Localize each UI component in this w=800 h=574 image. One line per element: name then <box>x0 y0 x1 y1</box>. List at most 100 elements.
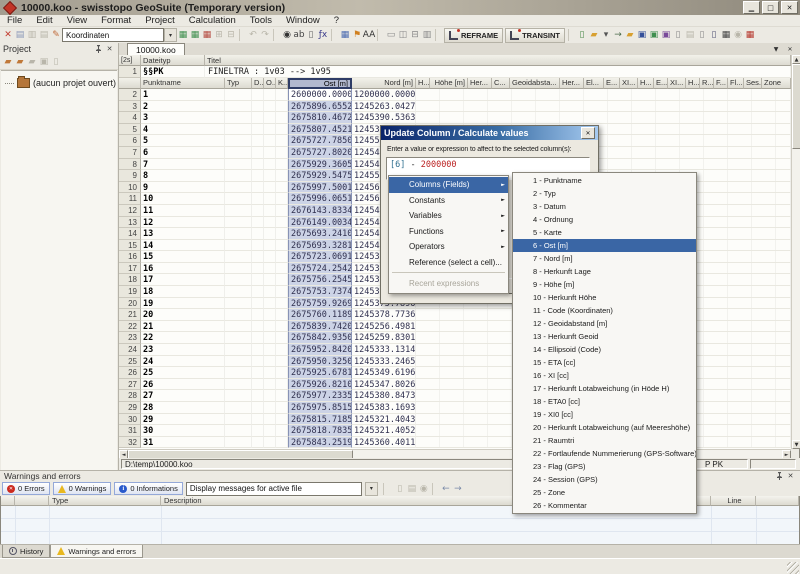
cell-ordnung[interactable] <box>264 112 276 124</box>
scroll-down-icon[interactable]: ▼ <box>792 440 800 449</box>
bottom-tab-history[interactable]: History <box>2 545 51 558</box>
cell-karte[interactable] <box>276 170 288 182</box>
insert-row-icon[interactable]: ▦ <box>177 29 189 42</box>
pen-icon[interactable]: ✎ <box>50 29 62 42</box>
col-header-ses[interactable]: Ses... <box>744 77 762 89</box>
cell-datum[interactable] <box>252 402 264 414</box>
cell-rest[interactable] <box>416 88 791 101</box>
print-icon[interactable]: ▤ <box>38 29 50 42</box>
cell-ordnung[interactable] <box>264 344 276 356</box>
cell-typ[interactable] <box>225 170 252 182</box>
cell-ost[interactable]: 2675925.6781 <box>288 367 352 379</box>
corner-cell[interactable]: [2s] <box>119 55 141 66</box>
grid-col-blank5[interactable] <box>756 496 799 506</box>
cell-ost[interactable]: 2675996.0651 <box>288 193 352 205</box>
col-header-typ[interactable]: Typ <box>225 77 252 89</box>
frame-single-icon[interactable]: ▭ <box>385 29 397 42</box>
cell-typ[interactable] <box>225 193 252 205</box>
cell-ost[interactable]: 2675839.7420 <box>288 320 352 333</box>
submenu-item-10[interactable]: 10 - Herkunft Höhe <box>513 291 696 304</box>
cell-datum[interactable] <box>252 100 264 113</box>
pin-icon[interactable] <box>93 44 104 54</box>
cell-ordnung[interactable] <box>264 239 276 252</box>
cell-typ[interactable] <box>225 378 252 391</box>
cell-typ[interactable] <box>225 239 252 252</box>
cell-nord[interactable]: 1245333.1314 <box>352 344 416 356</box>
row-number[interactable]: 26 <box>119 367 141 379</box>
cell-ordnung[interactable] <box>264 436 276 449</box>
expand-icon[interactable]: ⊞ <box>213 29 225 42</box>
cell-punktname[interactable]: 19 <box>141 297 225 310</box>
row-number[interactable]: 28 <box>119 390 141 403</box>
cell-punktname[interactable]: 30 <box>141 425 225 437</box>
cell-karte[interactable] <box>276 378 288 391</box>
project-close-icon[interactable]: ▯ <box>50 56 62 69</box>
row-number[interactable]: 16 <box>119 251 141 263</box>
cell-datum[interactable] <box>252 344 264 356</box>
cell-karte[interactable] <box>276 193 288 205</box>
cell-ordnung[interactable] <box>264 158 276 171</box>
cell-datum[interactable] <box>252 146 264 159</box>
row-number[interactable]: 14 <box>119 228 141 240</box>
cell-typ[interactable] <box>225 436 252 449</box>
col-header-k[interactable]: K... <box>276 77 288 89</box>
menu-item-columnsfields[interactable]: Columns (Fields) ► <box>389 177 508 193</box>
submenu-item-20[interactable]: 20 - Herkunft Lotabweichung (auf Meeresh… <box>513 421 696 434</box>
cell-punktname[interactable]: 27 <box>141 390 225 403</box>
cell-karte[interactable] <box>276 146 288 159</box>
submenu-item-3[interactable]: 3 - Datum <box>513 200 696 213</box>
grid-col-blank1[interactable] <box>15 496 49 506</box>
col-header-her[interactable]: Her... <box>468 77 492 89</box>
cell-datum[interactable] <box>252 158 264 171</box>
cell-karte[interactable] <box>276 274 288 287</box>
cell-datum[interactable] <box>252 320 264 333</box>
chevron-down-icon[interactable]: ▾ <box>164 28 177 42</box>
project-dropdown-icon[interactable]: ▰ <box>26 56 38 69</box>
find-icon[interactable]: ◉ <box>281 29 293 42</box>
cell-ost[interactable]: 2675727.7850 <box>288 135 352 147</box>
row-number[interactable]: 23 <box>119 332 141 345</box>
cell-datum[interactable] <box>252 262 264 275</box>
submenu-item-23[interactable]: 23 - Flag (GPS) <box>513 460 696 473</box>
menu-item-operators[interactable]: Operators ► <box>389 239 508 255</box>
cell-karte[interactable] <box>276 425 288 437</box>
warnings-filter-button[interactable]: 0 Warnings <box>52 482 112 495</box>
copy-messages-icon[interactable]: ▤ <box>406 482 418 495</box>
cell-karte[interactable] <box>276 344 288 356</box>
cell-karte[interactable] <box>276 181 288 194</box>
new-project-icon[interactable]: ▰ <box>2 56 14 69</box>
cell-karte[interactable] <box>276 123 288 136</box>
cell-karte[interactable] <box>276 355 288 368</box>
col-header-fl[interactable]: Fl... <box>728 77 744 89</box>
cell-punktname[interactable]: 22 <box>141 332 225 345</box>
cell-typ[interactable] <box>225 286 252 298</box>
cell-ost[interactable]: 2676143.8334 <box>288 204 352 217</box>
cell-datum[interactable] <box>252 425 264 437</box>
cell-punktname[interactable]: 3 <box>141 112 225 124</box>
cell-ordnung[interactable] <box>264 204 276 217</box>
cell-karte[interactable] <box>276 286 288 298</box>
submenu-item-6[interactable]: 6 - Ost [m] <box>513 239 696 252</box>
cell-karte[interactable] <box>276 204 288 217</box>
filetype-combo[interactable]: Koordinaten <box>62 28 164 42</box>
new-file-icon[interactable]: ▯ <box>576 29 588 42</box>
cell-punktname[interactable]: 12 <box>141 216 225 229</box>
cell-ordnung[interactable] <box>264 413 276 426</box>
cell-nord[interactable]: 1245333.2465 <box>352 355 416 368</box>
row-number[interactable]: 8 <box>119 158 141 171</box>
transint-button[interactable]: TRANSINT <box>505 27 566 43</box>
col-header-h[interactable]: H... <box>638 77 654 89</box>
cell-karte[interactable] <box>276 436 288 449</box>
submenu-item-8[interactable]: 8 - Herkunft Lage <box>513 265 696 278</box>
cell-ordnung[interactable] <box>264 262 276 275</box>
row-number[interactable]: 4 <box>119 112 141 124</box>
cell-ordnung[interactable] <box>264 286 276 298</box>
cell-datum[interactable] <box>252 251 264 263</box>
cell-ost[interactable]: 2675756.2545 <box>288 274 352 287</box>
page-icon[interactable]: ▯ <box>696 29 708 42</box>
cell-rest[interactable] <box>416 112 791 124</box>
row-number[interactable]: 25 <box>119 355 141 368</box>
cell-ordnung[interactable] <box>264 390 276 403</box>
errors-filter-button[interactable]: ✕ 0 Errors <box>2 482 50 495</box>
cell-punktname[interactable]: 28 <box>141 402 225 414</box>
